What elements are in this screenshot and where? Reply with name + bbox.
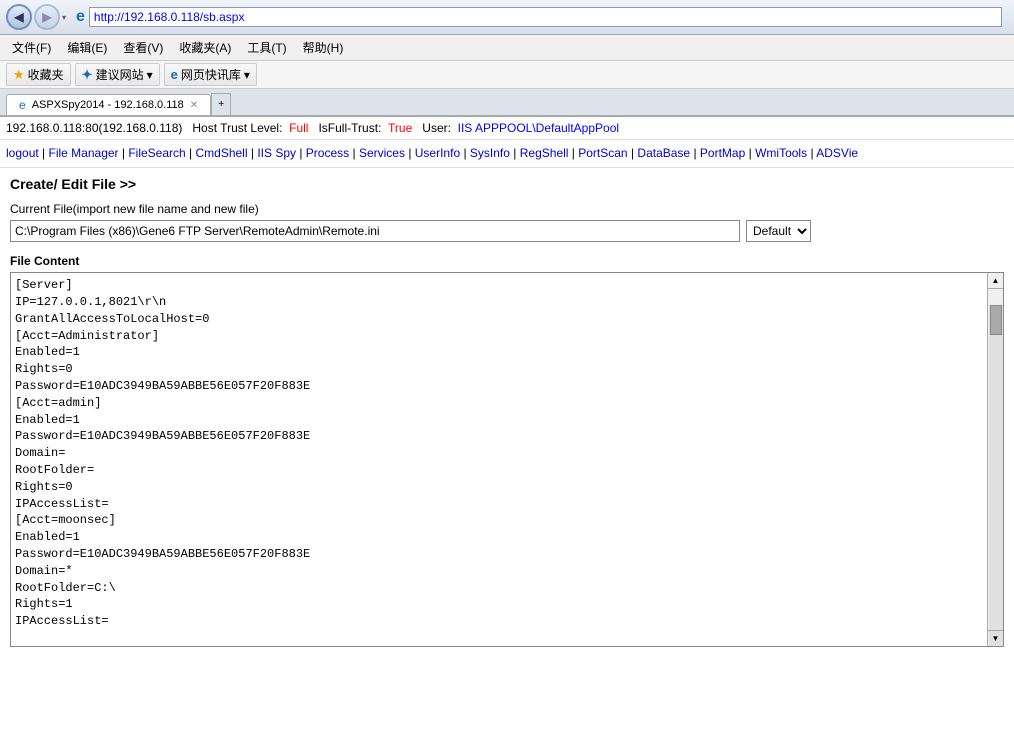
scrollbar-down-button[interactable]: ▼ — [988, 630, 1003, 646]
star-icon: ★ — [13, 67, 25, 83]
menu-favorites[interactable]: 收藏夹(A) — [171, 37, 239, 58]
nav-sysinfo[interactable]: SysInfo — [470, 146, 510, 160]
menu-bar: 文件(F) 编辑(E) 查看(V) 收藏夹(A) 工具(T) 帮助(H) — [0, 35, 1014, 61]
browser-chrome: ◀ ▶ ▾ e 文件(F) 编辑(E) 查看(V) 收藏夹(A) 工具(T) 帮… — [0, 0, 1014, 117]
nav-userinfo[interactable]: UserInfo — [415, 146, 460, 160]
nav-links: logout | File Manager | FileSearch | Cmd… — [0, 140, 1014, 168]
favorites-button[interactable]: ★ 收藏夹 — [6, 63, 71, 86]
vertical-scrollbar[interactable]: ▲ ▼ — [987, 273, 1003, 646]
favorites-bar: ★ 收藏夹 ✦ 建议网站 ▾ e 网页快讯库 ▾ — [0, 61, 1014, 89]
true-value: True — [388, 121, 412, 135]
favorites-label: 收藏夹 — [28, 66, 64, 83]
menu-help[interactable]: 帮助(H) — [295, 37, 352, 58]
user-value: IIS APPPOOL\DefaultAppPool — [458, 121, 619, 135]
ip-port: 192.168.0.118:80(192.168.0.118) — [6, 121, 182, 135]
nav-buttons: ◀ ▶ ▾ — [6, 4, 66, 30]
is-full-trust-label: IsFull-Trust: — [318, 121, 381, 135]
file-path-row: Default — [10, 220, 1004, 242]
scrollbar-up-button[interactable]: ▲ — [988, 273, 1003, 289]
menu-tools[interactable]: 工具(T) — [239, 37, 294, 58]
back-button[interactable]: ◀ — [6, 4, 32, 30]
page-content: 192.168.0.118:80(192.168.0.118) Host Tru… — [0, 117, 1014, 655]
nav-cmdshell[interactable]: CmdShell — [195, 146, 247, 160]
main-content: Create/ Edit File >> Current File(import… — [0, 168, 1014, 655]
quicklib-label: 网页快讯库 — [181, 66, 241, 83]
menu-file[interactable]: 文件(F) — [4, 37, 59, 58]
nav-portscan[interactable]: PortScan — [578, 146, 627, 160]
nav-wmitools[interactable]: WmiTools — [755, 146, 807, 160]
info-bar: 192.168.0.118:80(192.168.0.118) Host Tru… — [0, 117, 1014, 140]
menu-edit[interactable]: 编辑(E) — [59, 37, 115, 58]
full-value: Full — [289, 121, 308, 135]
scrollbar-thumb[interactable] — [990, 305, 1002, 335]
user-label: User: — [422, 121, 451, 135]
quicklib-arrow-icon: ▾ — [244, 68, 250, 82]
file-path-input[interactable] — [10, 220, 740, 242]
encoding-select[interactable]: Default — [746, 220, 811, 242]
suggest-icon: ✦ — [82, 67, 93, 83]
forward-button[interactable]: ▶ — [34, 4, 60, 30]
current-file-label: Current File(import new file name and ne… — [10, 202, 1004, 216]
nav-portmap[interactable]: PortMap — [700, 146, 745, 160]
tab-close-icon[interactable]: ✕ — [190, 100, 198, 111]
suggest-arrow-icon: ▾ — [147, 68, 153, 82]
address-input[interactable] — [89, 7, 1002, 27]
file-content-wrapper: ▲ ▼ — [10, 272, 1004, 647]
tab-icon: e — [19, 98, 26, 112]
quicklib-button[interactable]: e 网页快讯库 ▾ — [164, 63, 257, 86]
nav-services[interactable]: Services — [359, 146, 405, 160]
page-title: Create/ Edit File >> — [10, 176, 1004, 192]
suggest-label: 建议网站 — [96, 66, 144, 83]
host-trust-label: Host Trust Level: — [192, 121, 282, 135]
new-tab-button[interactable]: + — [211, 93, 231, 115]
address-bar-row: e — [70, 4, 1008, 30]
scrollbar-track — [989, 305, 1003, 646]
nav-filesearch[interactable]: FileSearch — [128, 146, 185, 160]
file-content-label: File Content — [10, 254, 1004, 268]
nav-process[interactable]: Process — [306, 146, 349, 160]
nav-logout[interactable]: logout — [6, 146, 39, 160]
nav-adsview[interactable]: ADSVie — [816, 146, 858, 160]
suggest-site-button[interactable]: ✦ 建议网站 ▾ — [75, 63, 160, 86]
menu-view[interactable]: 查看(V) — [115, 37, 171, 58]
nav-regshell[interactable]: RegShell — [520, 146, 569, 160]
tab-title: ASPXSpy2014 - 192.168.0.118 — [32, 99, 184, 111]
nav-file-manager[interactable]: File Manager — [49, 146, 119, 160]
browser-tab[interactable]: e ASPXSpy2014 - 192.168.0.118 ✕ — [6, 94, 211, 115]
nav-database[interactable]: DataBase — [637, 146, 690, 160]
title-bar: ◀ ▶ ▾ e — [0, 0, 1014, 35]
nav-iis-spy[interactable]: IIS Spy — [257, 146, 296, 160]
file-content-textarea[interactable] — [11, 273, 987, 643]
nav-dropdown-icon[interactable]: ▾ — [62, 13, 66, 22]
ie-logo: e — [76, 8, 85, 26]
quicklib-icon: e — [171, 67, 178, 82]
tab-bar: e ASPXSpy2014 - 192.168.0.118 ✕ + — [0, 89, 1014, 116]
